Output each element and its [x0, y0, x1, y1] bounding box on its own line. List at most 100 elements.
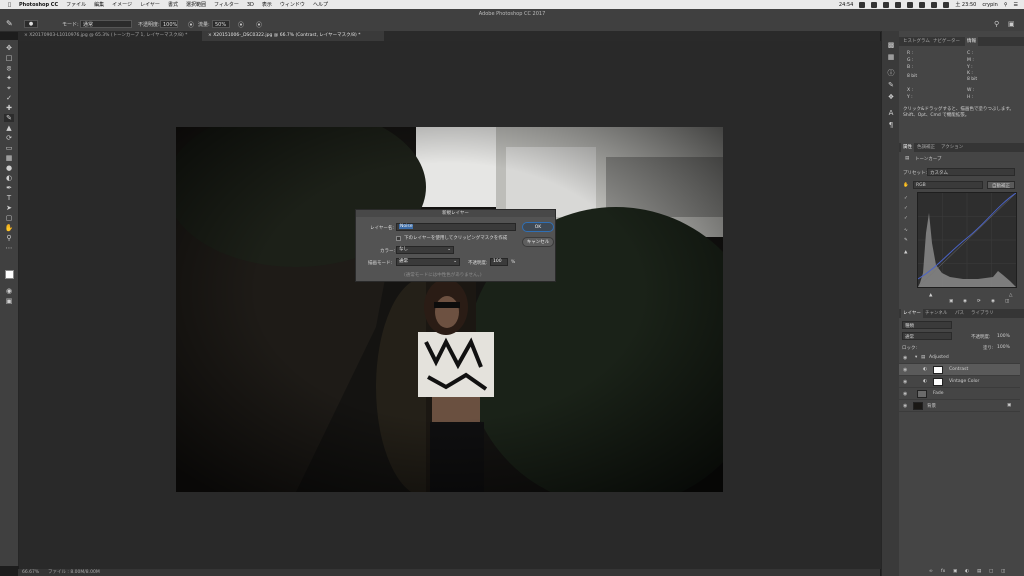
layer-row-adjusted[interactable]: ◉ ▾ ▤ Adjusted — [899, 352, 1020, 364]
eyedropper-gray-icon[interactable]: ✓ — [904, 206, 908, 211]
menu-app-name[interactable]: Photoshop CC — [19, 2, 58, 8]
brush-tool-icon[interactable]: ✎ — [6, 19, 16, 28]
path-select-tool-icon[interactable]: ➤ — [4, 204, 14, 212]
link-layers-icon[interactable]: ∞ — [929, 569, 933, 574]
blend-mode-select[interactable]: 通常 ⌄ — [396, 258, 460, 266]
layer-name-input[interactable]: Noise — [396, 223, 516, 231]
search-icon[interactable]: ⚲ — [994, 20, 999, 28]
black-point-slider-icon[interactable]: ▲ — [929, 293, 932, 298]
layer-thumbnail[interactable] — [917, 390, 927, 398]
curve-point-icon[interactable]: ∿ — [904, 228, 908, 233]
menu-file[interactable]: ファイル — [66, 1, 86, 8]
gradient-tool-icon[interactable]: ▦ — [4, 154, 14, 162]
eye-icon[interactable]: ◉ — [903, 391, 907, 397]
preset-select[interactable]: カスタム — [927, 168, 1015, 176]
pressure-opacity-icon[interactable]: ⦿ — [188, 20, 194, 29]
crop-tool-icon[interactable]: ⌖ — [4, 84, 14, 92]
hand-tool-icon[interactable]: ✋ — [4, 224, 14, 232]
layer-mask-thumbnail[interactable] — [933, 366, 943, 374]
eyedropper-tool-icon[interactable]: ✓ — [4, 94, 14, 102]
pressure-size-icon[interactable]: ⦿ — [256, 20, 262, 29]
white-point-slider-icon[interactable]: △ — [1009, 293, 1012, 298]
eyedropper-black-icon[interactable]: ✓ — [904, 196, 908, 201]
notification-icon[interactable]: ☰ — [1014, 2, 1018, 8]
menu-image[interactable]: イメージ — [112, 1, 132, 8]
eye-icon[interactable]: ◉ — [903, 367, 907, 373]
fill-value[interactable]: 100% — [997, 345, 1010, 350]
tab-info[interactable]: 情報 — [965, 37, 978, 46]
history-brush-tool-icon[interactable]: ⟳ — [4, 134, 14, 142]
new-layer-icon[interactable]: □ — [989, 569, 993, 574]
layer-filter-select[interactable]: 種類 — [902, 321, 952, 329]
paragraph-panel-icon[interactable]: ¶ — [886, 121, 896, 129]
tab-libraries[interactable]: ライブラリ — [971, 309, 994, 318]
auto-button[interactable]: 自動補正 — [987, 181, 1015, 189]
ok-button[interactable]: OK — [522, 222, 554, 232]
layer-blend-select[interactable]: 通常 — [902, 332, 952, 340]
pencil-icon[interactable]: ✎ — [904, 238, 908, 243]
battery-icon[interactable] — [943, 1, 950, 8]
flow-input[interactable]: 50% — [212, 20, 230, 28]
dropbox-icon[interactable] — [871, 1, 878, 8]
zoom-tool-icon[interactable]: ⚲ — [4, 234, 14, 242]
type-tool-icon[interactable]: T — [4, 194, 14, 202]
lock-icon[interactable]: ▣ — [1007, 403, 1011, 408]
delete-layer-icon[interactable]: ◫ — [1001, 569, 1005, 574]
new-group-icon[interactable]: ▤ — [977, 569, 981, 574]
wifi-icon[interactable] — [919, 1, 926, 8]
blur-tool-icon[interactable]: ● — [4, 164, 14, 172]
cloud-icon[interactable] — [859, 1, 866, 8]
volume-icon[interactable] — [931, 1, 938, 8]
document-image[interactable] — [176, 127, 723, 492]
navigator-panel-icon[interactable]: ▦ — [886, 53, 896, 61]
evernote-icon[interactable] — [883, 1, 890, 8]
group-arrow-icon[interactable]: ▾ — [915, 355, 917, 360]
eye-icon[interactable]: ◉ — [903, 403, 907, 409]
channel-select[interactable]: RGB — [913, 181, 983, 189]
menu-type[interactable]: 書式 — [168, 1, 178, 8]
clip-to-layer-icon[interactable]: ▣ — [949, 299, 953, 304]
menu-filter[interactable]: フィルター — [214, 1, 239, 8]
healing-tool-icon[interactable]: ✚ — [4, 104, 14, 112]
tab-paths[interactable]: パス — [955, 309, 964, 318]
bluetooth-icon[interactable] — [907, 1, 914, 8]
info-panel-icon[interactable]: ⓘ — [886, 69, 896, 77]
view-previous-icon[interactable]: ◉ — [963, 299, 967, 304]
workspace-icon[interactable]: ▣ — [1008, 20, 1015, 28]
tab-histogram[interactable]: ヒストグラム — [903, 37, 930, 46]
layer-style-icon[interactable]: fx — [941, 569, 945, 574]
tab-navigator[interactable]: ナビゲーター — [933, 37, 960, 46]
lasso-tool-icon[interactable]: ⦻ — [4, 64, 14, 72]
trash-icon[interactable]: ◫ — [1005, 299, 1009, 304]
twitter-icon[interactable] — [895, 1, 902, 8]
channel-hand-icon[interactable]: ✋ — [903, 183, 909, 188]
layer-mask-thumbnail[interactable] — [933, 378, 943, 386]
layer-row-vintage-color[interactable]: ◉ ◐ Vintage Color — [899, 376, 1020, 388]
color-select[interactable]: なし ⌄ — [396, 246, 454, 254]
eyedropper-white-icon[interactable]: ✓ — [904, 216, 908, 221]
menu-edit[interactable]: 編集 — [94, 1, 104, 8]
more-tools-icon[interactable]: ⋯ — [4, 244, 14, 252]
zoom-level[interactable]: 66.67% — [22, 569, 39, 576]
dialog-opacity-input[interactable]: 100 — [490, 258, 508, 266]
visibility-icon[interactable]: ◉ — [991, 299, 995, 304]
marquee-tool-icon[interactable]: □ — [4, 54, 14, 62]
clipping-mask-checkbox[interactable] — [396, 236, 401, 241]
tab-layers[interactable]: レイヤー — [901, 309, 923, 318]
pen-tool-icon[interactable]: ✒ — [4, 184, 14, 192]
menu-select[interactable]: 選択範囲 — [186, 1, 206, 8]
menu-help[interactable]: ヘルプ — [313, 1, 328, 8]
menu-3d[interactable]: 3D — [247, 2, 254, 8]
tray-time[interactable]: 土 23:50 — [955, 1, 976, 8]
layer-thumbnail[interactable] — [913, 402, 923, 410]
brush-panel-icon[interactable]: ✎ — [886, 81, 896, 89]
curves-graph[interactable] — [917, 192, 1017, 288]
tab-adjustments[interactable]: 色調補正 — [917, 143, 935, 152]
shape-tool-icon[interactable]: ▢ — [4, 214, 14, 222]
layer-opacity-value[interactable]: 100% — [997, 334, 1010, 339]
move-tool-icon[interactable]: ✥ — [4, 44, 14, 52]
mode-select[interactable]: 通常 — [80, 20, 132, 28]
tab-channels[interactable]: チャンネル — [925, 309, 947, 318]
tab-properties[interactable]: 属性 — [901, 143, 914, 152]
airbrush-icon[interactable]: ⦿ — [238, 20, 244, 29]
